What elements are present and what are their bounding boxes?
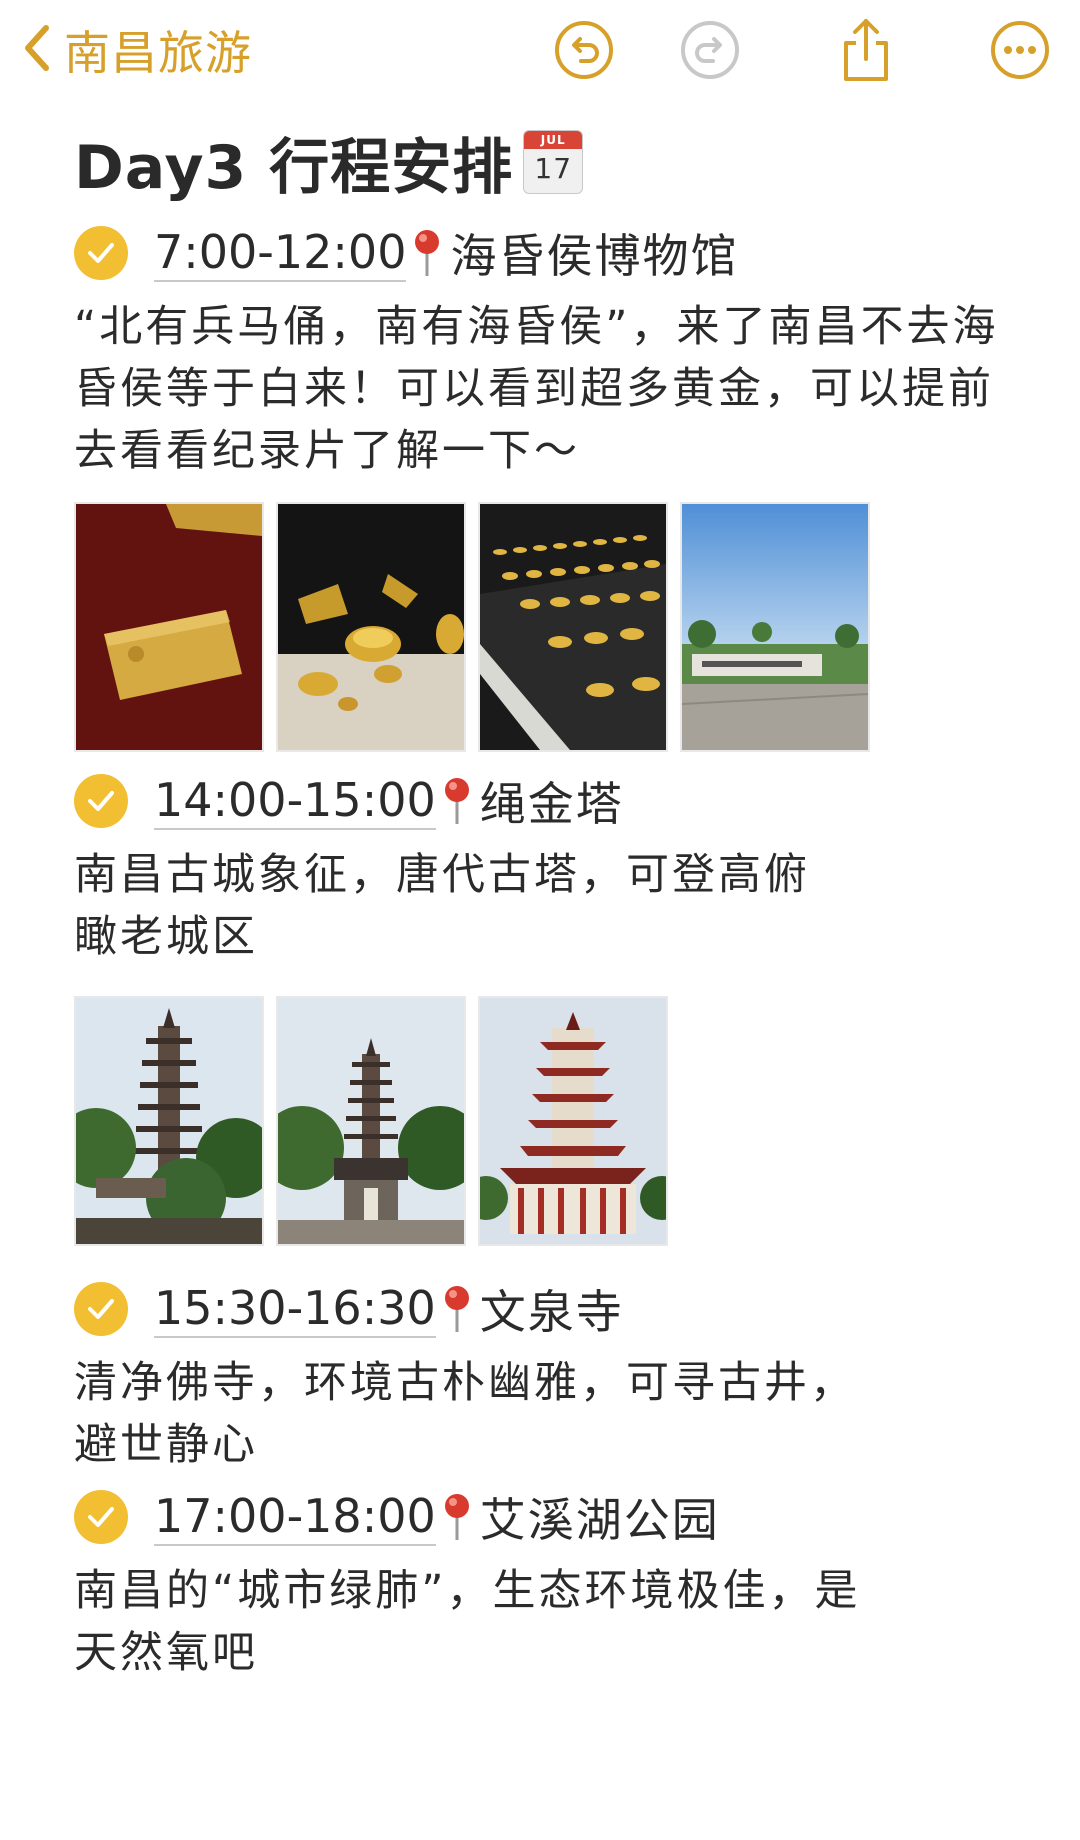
place-name: 艾溪湖公园 — [479, 1493, 720, 1547]
photo-pagoda-1[interactable] — [74, 996, 264, 1246]
note-title-text: Day3 行程安排 — [74, 132, 514, 203]
photo-gold-cakes[interactable] — [276, 502, 466, 752]
checked-checkbox[interactable] — [74, 1282, 128, 1336]
redo-button[interactable] — [678, 18, 742, 82]
item-description: 南昌古城象征，唐代古塔，可登高俯瞰老城区 — [74, 850, 810, 962]
more-button[interactable] — [988, 18, 1052, 82]
photo-pagoda-3[interactable] — [478, 996, 668, 1246]
photo-gallery — [74, 502, 1034, 752]
undo-icon — [555, 21, 613, 79]
share-button[interactable] — [834, 18, 898, 82]
calendar-day: 17 — [534, 152, 573, 185]
item-description: “北有兵马俑，南有海昏侯”，来了南昌不去海昏侯等于白来！可以看到超多黄金，可以提… — [74, 302, 999, 476]
checklist-item: 17:00-18:00 艾溪湖公园 — [74, 1482, 1034, 1552]
time-link[interactable]: 15:30-16:30 — [154, 1280, 436, 1338]
pushpin-icon — [415, 230, 440, 276]
photo-gallery — [74, 996, 1034, 1246]
checklist-item: 14:00-15:00 绳金塔 — [74, 766, 1034, 836]
photo-gold-coins-display[interactable] — [478, 502, 668, 752]
note-title[interactable]: Day3 行程安排 JUL 17 — [74, 120, 1034, 204]
item-description: 南昌的“城市绿肺”，生态环境极佳，是天然氧吧 — [74, 1566, 861, 1678]
back-button[interactable]: 南昌旅游 — [22, 18, 252, 82]
checkmark-icon — [88, 1507, 114, 1527]
photo-gold-plate[interactable] — [74, 502, 264, 752]
place-name: 绳金塔 — [479, 777, 624, 831]
place-name: 海昏侯博物馆 — [450, 229, 739, 283]
checked-checkbox[interactable] — [74, 1490, 128, 1544]
more-options-icon — [991, 21, 1049, 79]
undo-button[interactable] — [552, 18, 616, 82]
share-icon — [844, 19, 888, 81]
checked-checkbox[interactable] — [74, 226, 128, 280]
checklist-item: 7:00-12:00 海昏侯博物馆 — [74, 218, 1034, 288]
note-content[interactable]: Day3 行程安排 JUL 17 7:00-12:00 海昏侯博物馆 “北有兵马… — [74, 120, 1034, 1684]
place-name: 文泉寺 — [479, 1285, 624, 1339]
back-label: 南昌旅游 — [64, 26, 252, 80]
checkmark-icon — [88, 791, 114, 811]
photo-pagoda-2[interactable] — [276, 996, 466, 1246]
pushpin-icon — [444, 1494, 469, 1540]
pushpin-icon — [444, 778, 469, 824]
photo-museum-entrance[interactable] — [680, 502, 870, 752]
checklist-item: 15:30-16:30 文泉寺 — [74, 1274, 1034, 1344]
checkmark-icon — [88, 243, 114, 263]
time-link[interactable]: 14:00-15:00 — [154, 772, 436, 830]
time-link[interactable]: 17:00-18:00 — [154, 1488, 436, 1546]
item-description: 清净佛寺，环境古朴幽雅，可寻古井，避世静心 — [74, 1358, 856, 1470]
chevron-left-icon — [22, 24, 52, 76]
pushpin-icon — [444, 1286, 469, 1332]
calendar-month: JUL — [524, 131, 583, 149]
calendar-icon: JUL 17 — [523, 130, 584, 194]
checked-checkbox[interactable] — [74, 774, 128, 828]
time-link[interactable]: 7:00-12:00 — [154, 224, 407, 282]
redo-icon — [681, 21, 739, 79]
top-toolbar: 南昌旅游 — [0, 0, 1080, 104]
checkmark-icon — [88, 1299, 114, 1319]
